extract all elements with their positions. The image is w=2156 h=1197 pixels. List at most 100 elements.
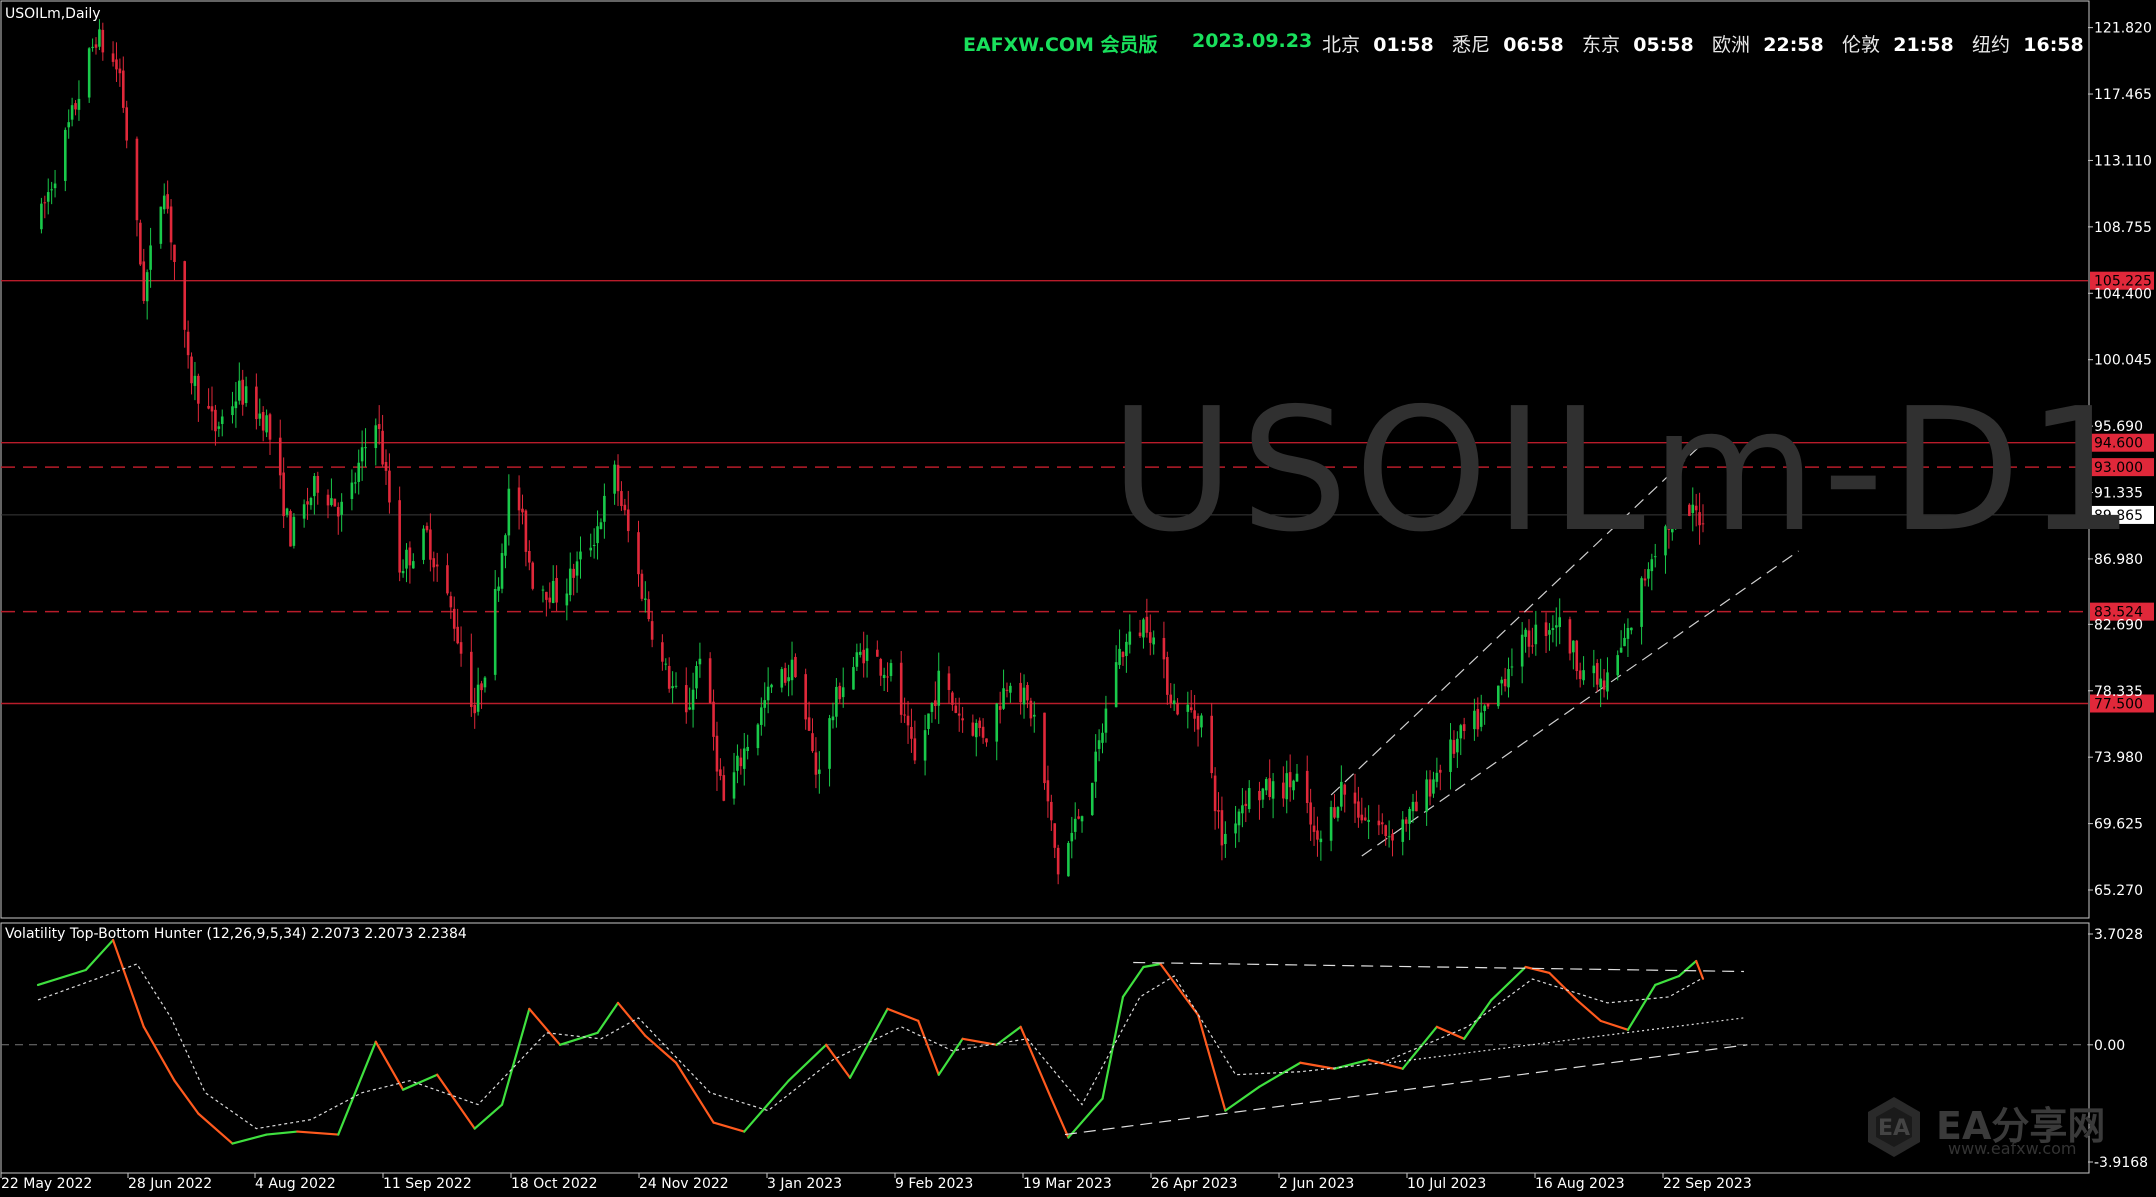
candle-body [906, 715, 910, 726]
candle-body [473, 705, 477, 714]
candle-body [238, 380, 241, 401]
y-tick-label: 82.690 [2094, 617, 2143, 633]
candle-body [313, 476, 316, 497]
candle-body [1384, 825, 1387, 836]
candle-body [1056, 847, 1060, 875]
candle-body [599, 522, 603, 530]
candle-body [650, 621, 654, 640]
candle-body [145, 272, 149, 302]
candle-body [292, 516, 296, 546]
candle-body [234, 401, 238, 409]
candle-body [838, 685, 842, 700]
y-tick-label: 121.820 [2094, 21, 2152, 37]
indicator-panel[interactable] [0, 922, 2090, 1174]
candle-body [719, 769, 722, 776]
candle-body [1449, 739, 1452, 772]
candle-body [545, 591, 548, 600]
candle-body [661, 642, 664, 662]
candle-body [125, 107, 129, 141]
candle-body [98, 29, 101, 47]
candle-body [118, 68, 122, 74]
candle-body [1357, 801, 1360, 818]
candle-body [998, 706, 1002, 710]
candle-body [364, 447, 367, 449]
candle-body [470, 651, 473, 707]
candle-body [255, 386, 258, 420]
candle-body [1309, 802, 1312, 825]
candle-body [1077, 816, 1080, 819]
candle-body [766, 686, 770, 701]
candle-body [1125, 641, 1128, 657]
candle-body [1387, 836, 1391, 838]
clock-sydney: 悉尼 06:58 [1452, 34, 1564, 56]
candle-body [186, 331, 190, 356]
candle-body [1548, 630, 1551, 635]
candle-body [405, 549, 408, 569]
candle-body [947, 673, 951, 690]
candle-body [197, 375, 200, 404]
candle-body [876, 649, 879, 657]
candle-body [63, 129, 67, 181]
candle [87, 47, 91, 103]
candle-body [930, 702, 934, 712]
candle-body [1258, 790, 1261, 801]
candle-body [647, 599, 651, 620]
candle [794, 653, 797, 678]
candle-body [1510, 666, 1514, 668]
candle-body [142, 261, 146, 301]
candle-body [640, 573, 644, 599]
candle [333, 498, 337, 507]
candle-body [1193, 710, 1196, 719]
candle-body [1097, 740, 1101, 749]
candle-body [1319, 838, 1323, 843]
candle-body [446, 565, 449, 594]
candle-body [1026, 685, 1029, 701]
candle-body [449, 596, 453, 608]
logo-icon: EA [1868, 1097, 1920, 1157]
candle-body [644, 598, 647, 600]
candle-body [671, 686, 674, 689]
candle-body [265, 415, 268, 433]
candle-body [828, 718, 831, 769]
candle-body [493, 588, 497, 675]
candle-body [398, 500, 401, 573]
chart-canvas[interactable]: 105.22594.60093.00083.52477.50089.865 12… [0, 0, 2156, 1197]
candle-body [1162, 637, 1166, 660]
candle-body [1166, 657, 1169, 695]
candle-body [412, 561, 415, 569]
candle-body [620, 491, 623, 507]
candle-body [1643, 578, 1647, 581]
candle-body [1305, 770, 1309, 803]
candle-body [166, 194, 169, 209]
candle-body [1647, 569, 1650, 579]
candle-body [521, 508, 524, 513]
indicator-label: Volatility Top-Bottom Hunter (12,26,9,5,… [5, 926, 467, 942]
candle-body [159, 206, 163, 244]
candle-body [568, 568, 572, 596]
candle-body [712, 701, 715, 737]
candle-body [1128, 631, 1132, 645]
x-tick-label: 9 Feb 2023 [895, 1176, 973, 1192]
candle-body [937, 670, 941, 706]
candle-body [94, 44, 98, 48]
candle-body [336, 507, 340, 517]
candle-body [1261, 788, 1265, 800]
candle-body [1237, 811, 1241, 826]
candle-body [1476, 708, 1480, 730]
candle-body [541, 589, 545, 591]
candle-body [841, 687, 845, 698]
candle-body [736, 755, 739, 771]
ind-tick-label: 3.7028 [2094, 927, 2143, 943]
candle-body [1196, 715, 1200, 730]
candle-body [173, 244, 176, 262]
candle-body [811, 733, 814, 752]
candle-body [1101, 732, 1104, 743]
clock-london: 伦敦 21:58 [1842, 34, 1954, 56]
candle-body [899, 662, 903, 715]
symbol-watermark: USOILm-D1 [1110, 372, 2142, 570]
candle-body [306, 501, 309, 505]
candle-body [162, 195, 166, 210]
x-tick-label: 19 Mar 2023 [1023, 1176, 1112, 1192]
candle [640, 569, 644, 602]
candle-body [1544, 622, 1548, 637]
